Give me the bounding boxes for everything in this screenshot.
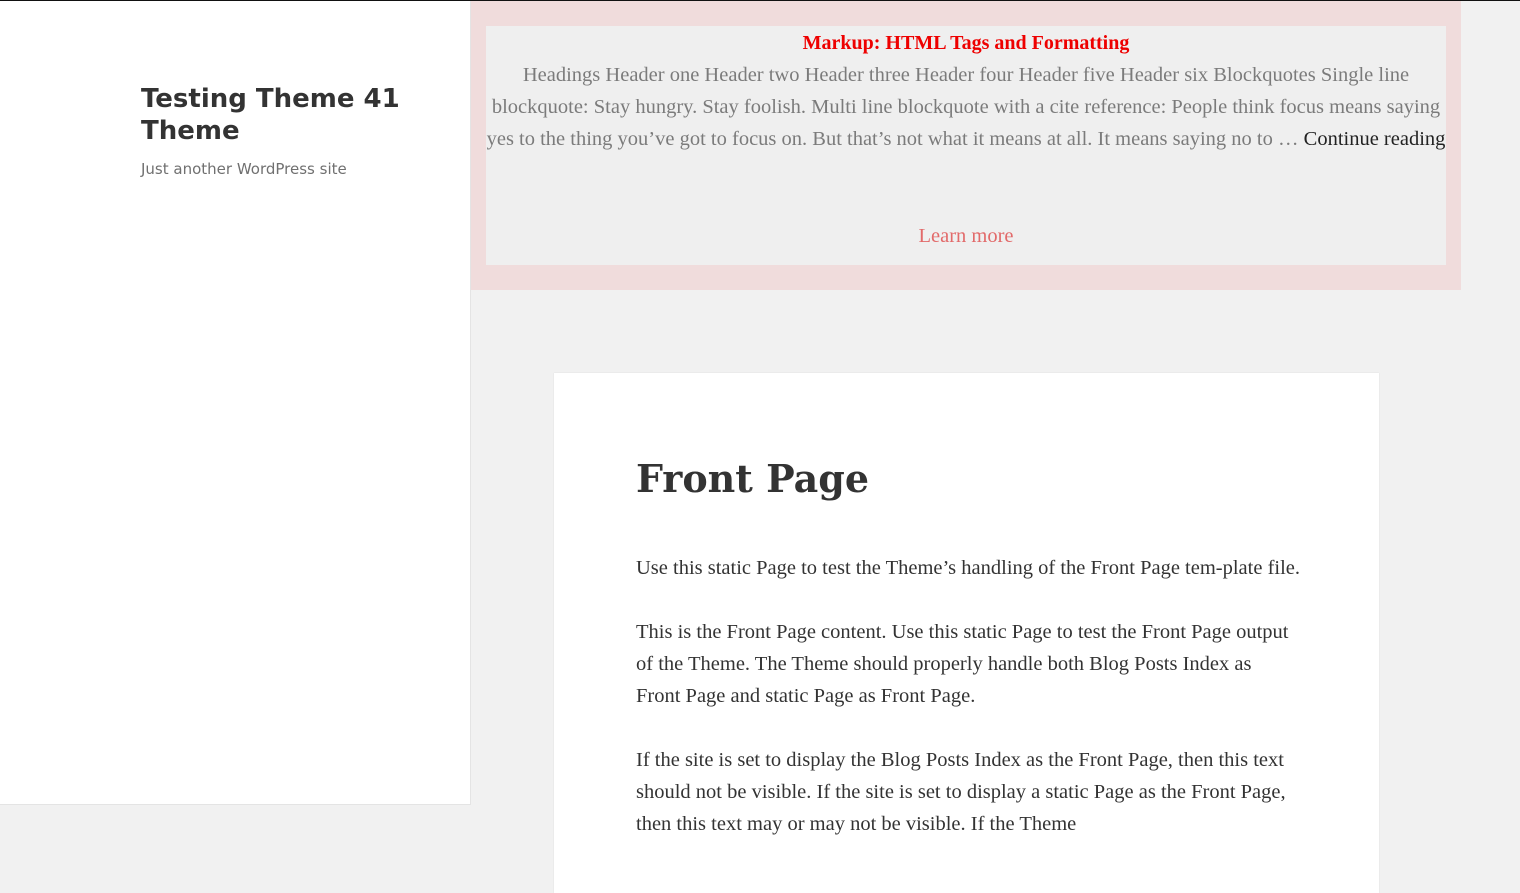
featured-excerpt-text: Headings Header one Header two Header th… bbox=[486, 64, 1441, 150]
content-paragraph: If the site is set to display the Blog P… bbox=[636, 749, 1286, 835]
content-paragraph: This is the Front Page content. Use this… bbox=[636, 621, 1289, 707]
entry-content: Use this static Page to test the Theme’s… bbox=[636, 552, 1301, 872]
featured-post-excerpt: Headings Header one Header two Header th… bbox=[486, 59, 1446, 155]
learn-more-link[interactable]: Learn more bbox=[486, 220, 1446, 252]
front-page-article: Front Page Use this static Page to test … bbox=[554, 373, 1379, 893]
featured-post-card: Markup: HTML Tags and Formatting Heading… bbox=[486, 26, 1446, 265]
site-description: Just another WordPress site bbox=[141, 160, 347, 178]
featured-post-banner: Markup: HTML Tags and Formatting Heading… bbox=[471, 1, 1461, 290]
site-title[interactable]: Testing Theme 41 Theme bbox=[141, 83, 441, 147]
content-paragraph: Use this static Page to test the Theme’s… bbox=[636, 557, 1301, 579]
continue-reading-link[interactable]: Continue reading bbox=[1304, 128, 1446, 150]
sidebar: Testing Theme 41 Theme Just another Word… bbox=[0, 1, 471, 805]
page-title: Front Page bbox=[636, 456, 870, 501]
featured-post-title[interactable]: Markup: HTML Tags and Formatting bbox=[486, 31, 1446, 55]
